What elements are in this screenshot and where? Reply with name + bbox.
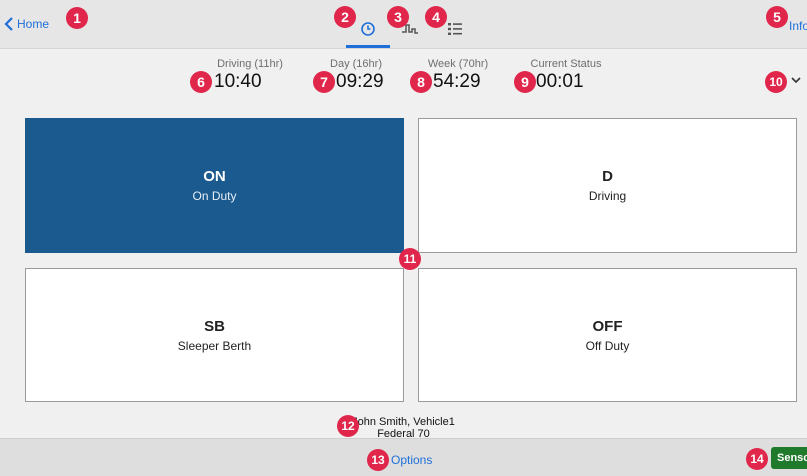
annotation-badge: 10 xyxy=(765,71,787,93)
status-desc: Sleeper Berth xyxy=(177,338,252,353)
annotation-badge: 4 xyxy=(425,6,447,28)
annotation-badge: 13 xyxy=(367,449,389,471)
stat-driving: Driving (11hr) 10:40 xyxy=(205,58,295,92)
stat-current-status: Current Status 00:01 xyxy=(516,58,616,92)
status-desc: Driving xyxy=(588,189,627,203)
annotation-badge: 6 xyxy=(190,71,212,93)
status-tile-off-duty[interactable]: OFF Off Duty xyxy=(418,268,797,402)
expand-stats-button[interactable] xyxy=(788,72,804,88)
stat-week-label: Week (70hr) xyxy=(427,58,489,70)
status-code: SB xyxy=(204,317,225,335)
stat-current-status-label: Current Status xyxy=(530,58,602,70)
stat-day: Day (16hr) 09:29 xyxy=(316,58,396,92)
back-home-button[interactable]: Home xyxy=(4,14,49,34)
annotation-badge: 5 xyxy=(766,6,788,28)
driver-info: John Smith, Vehicle1 Federal 70 xyxy=(300,416,507,440)
status-code: D xyxy=(602,168,613,185)
annotation-badge: 12 xyxy=(337,415,359,437)
annotation-badge: 2 xyxy=(334,6,356,28)
stat-driving-label: Driving (11hr) xyxy=(217,58,283,70)
list-icon xyxy=(444,18,466,40)
status-desc: Off Duty xyxy=(585,338,630,353)
status-desc: On Duty xyxy=(192,189,237,203)
back-home-label: Home xyxy=(17,17,50,31)
stat-current-status-value: 00:01 xyxy=(536,71,584,92)
annotation-badge: 3 xyxy=(387,6,409,28)
stat-week-value: 54:29 xyxy=(433,71,481,92)
stat-day-label: Day (16hr) xyxy=(330,58,382,70)
info-link[interactable]: Info xyxy=(789,19,807,33)
options-button[interactable]: Options xyxy=(391,453,432,467)
status-tile-on-duty[interactable]: ON On Duty xyxy=(25,118,404,253)
driver-vehicle-text: John Smith, Vehicle1 xyxy=(352,416,455,428)
annotation-badge: 14 xyxy=(746,448,768,470)
status-code: OFF xyxy=(592,317,623,335)
chevron-down-icon xyxy=(791,76,801,84)
chevron-left-icon xyxy=(4,17,14,31)
annotation-badge: 8 xyxy=(410,71,432,93)
sensor-button[interactable]: Sensor xyxy=(771,447,807,469)
status-code: ON xyxy=(203,168,226,185)
tab-active-underline xyxy=(346,45,390,48)
annotation-badge: 7 xyxy=(313,71,335,93)
status-tile-sleeper-berth[interactable]: SB Sleeper Berth xyxy=(25,268,404,402)
stat-driving-value: 10:40 xyxy=(214,71,262,92)
clock-icon xyxy=(357,18,379,40)
annotation-badge: 9 xyxy=(514,71,536,93)
stat-day-value: 09:29 xyxy=(336,71,384,92)
stat-week: Week (70hr) 54:29 xyxy=(413,58,503,92)
status-tile-driving[interactable]: D Driving xyxy=(418,118,797,253)
annotation-badge: 1 xyxy=(66,7,88,29)
annotation-badge: 11 xyxy=(399,248,421,270)
